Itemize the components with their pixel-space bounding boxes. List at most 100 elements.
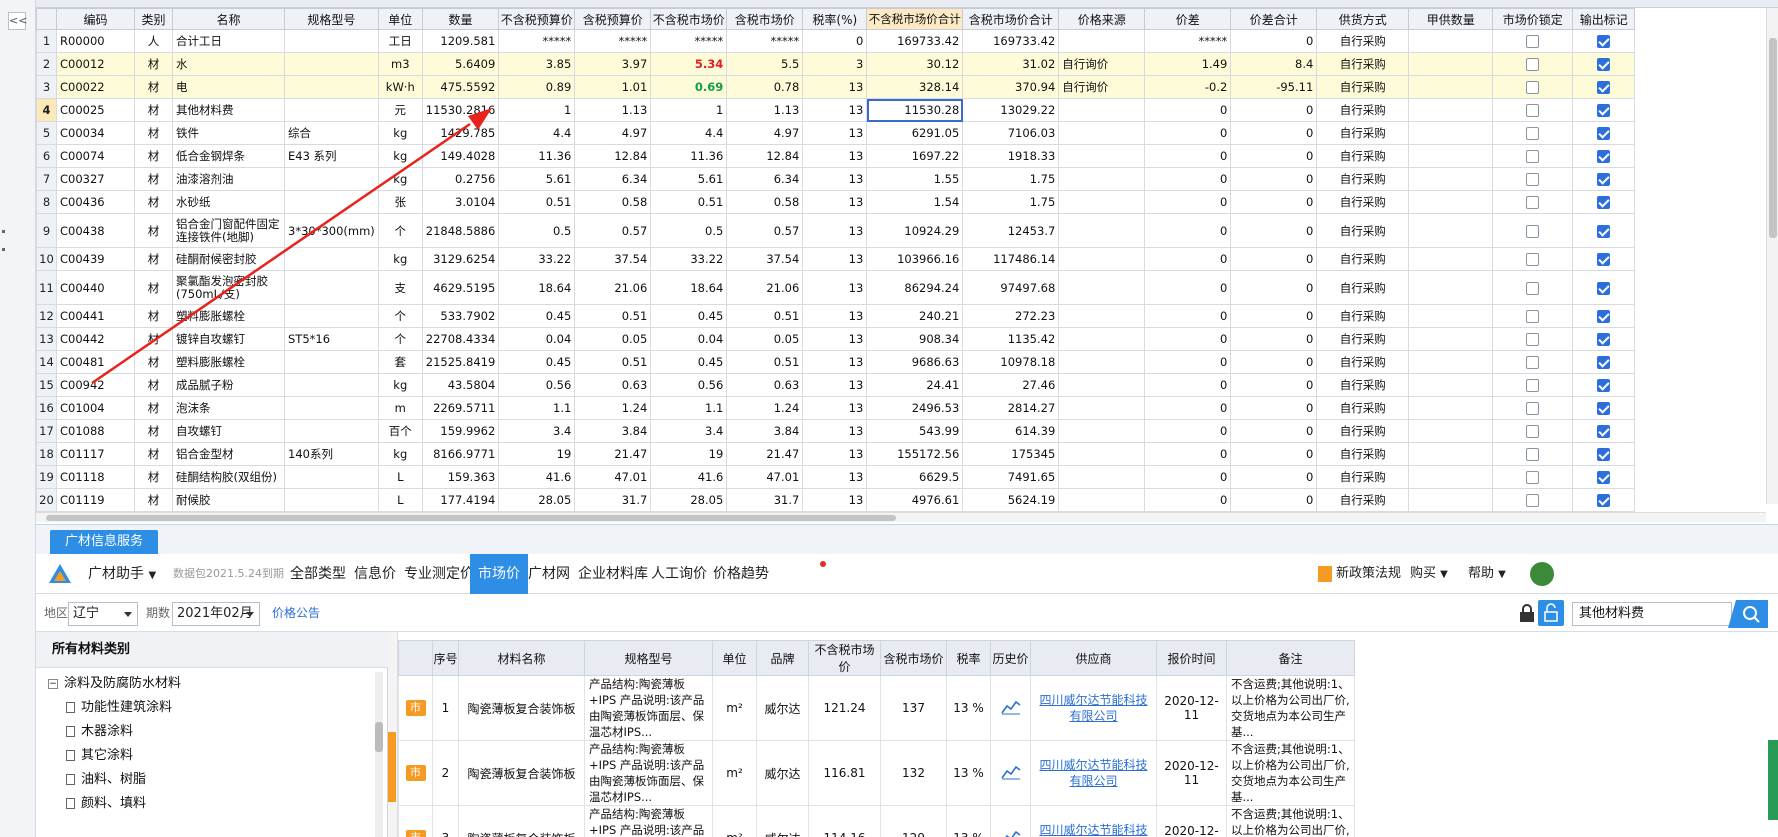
- cell-t1[interactable]: 11530.28: [866, 98, 964, 122]
- cell-src[interactable]: [1058, 350, 1146, 374]
- cell-dsum[interactable]: 0: [1230, 442, 1318, 466]
- market-column-header[interactable]: 税率: [946, 640, 991, 676]
- cell-tax[interactable]: 13: [802, 167, 868, 191]
- market-column-header[interactable]: 规格型号: [584, 640, 713, 676]
- market-cell-p2[interactable]: 132: [880, 740, 947, 806]
- cell-src[interactable]: [1058, 327, 1146, 351]
- cell-supply[interactable]: 自行采购: [1316, 270, 1410, 305]
- lock-checkbox[interactable]: [1526, 425, 1540, 438]
- cell-p3[interactable]: 18.64: [650, 270, 728, 305]
- lock-checkbox[interactable]: [1526, 281, 1540, 295]
- cell-jia[interactable]: [1408, 98, 1494, 122]
- market-cell-note[interactable]: 不含运费;其他说明:1、以上价格为公司出厂价,交货地点为本公司生产基...: [1226, 740, 1355, 806]
- cell-src[interactable]: [1058, 213, 1146, 248]
- cell-p2[interactable]: *****: [574, 29, 652, 53]
- panel-splitter[interactable]: [388, 632, 398, 837]
- row-number[interactable]: 6: [36, 144, 57, 168]
- output-checkbox[interactable]: [1597, 224, 1611, 238]
- row-number[interactable]: 9: [36, 213, 57, 248]
- cell-p1[interactable]: 41.6: [498, 465, 576, 489]
- cell-dsum[interactable]: 0: [1230, 98, 1318, 122]
- cell-spec[interactable]: ST5*16: [284, 327, 379, 351]
- column-header[interactable]: 不含税市场价: [650, 8, 728, 30]
- lock-checkbox[interactable]: [1526, 253, 1540, 266]
- market-cell-p1[interactable]: 116.81: [808, 740, 881, 806]
- cell-supply[interactable]: 自行采购: [1316, 247, 1410, 271]
- cell-code[interactable]: C00440: [56, 270, 135, 305]
- cell-cat[interactable]: 人: [134, 29, 173, 53]
- cell-jia[interactable]: [1408, 488, 1494, 512]
- cell-p1[interactable]: 5.61: [498, 167, 576, 191]
- cell-code[interactable]: C00441: [56, 304, 135, 328]
- market-cell-brand[interactable]: 威尔达: [756, 805, 809, 837]
- lock-checkbox[interactable]: [1526, 310, 1540, 323]
- service-tab[interactable]: 广材信息服务: [50, 530, 158, 554]
- cell-dsum[interactable]: 0: [1230, 29, 1318, 53]
- cell-tax[interactable]: 13: [802, 98, 868, 122]
- cell-src[interactable]: [1058, 144, 1146, 168]
- cell-code[interactable]: C00012: [56, 52, 135, 76]
- cell-unit[interactable]: 张: [377, 190, 423, 214]
- table-row[interactable]: 1 R00000 人合计工日 工日 1209.581 ***** ***** ***** ***…: [36, 29, 1636, 53]
- cell-qty[interactable]: 533.7902: [421, 304, 500, 328]
- cell-supply[interactable]: 自行采购: [1316, 350, 1410, 374]
- market-cell-p1[interactable]: 121.24: [808, 675, 881, 741]
- column-header[interactable]: 规格型号: [284, 8, 379, 30]
- cell-qty[interactable]: 177.4194: [421, 488, 500, 512]
- market-column-header[interactable]: 不含税市场价: [808, 640, 881, 676]
- cell-src[interactable]: [1058, 29, 1146, 53]
- cell-spec[interactable]: [284, 29, 379, 53]
- cell-code[interactable]: C00436: [56, 190, 135, 214]
- row-number[interactable]: 4: [36, 98, 57, 122]
- cell-p4[interactable]: 4.97: [726, 121, 804, 145]
- market-cell-brand[interactable]: 威尔达: [756, 675, 809, 741]
- buy-menu[interactable]: 购买 ▼: [1410, 554, 1448, 594]
- cell-code[interactable]: C00327: [56, 167, 135, 191]
- cell-p2[interactable]: 0.05: [574, 327, 652, 351]
- lock-checkbox[interactable]: [1526, 35, 1540, 48]
- table-row[interactable]: 18 C01117 材铝合金型材 140系列 kg 8166.9771 19 21.47 19 2…: [36, 442, 1636, 466]
- row-number[interactable]: 16: [36, 396, 57, 420]
- trend-chart-icon[interactable]: [1000, 699, 1021, 715]
- cell-diff[interactable]: 0: [1144, 190, 1232, 214]
- cell-p1[interactable]: 4.4: [498, 121, 576, 145]
- cell-t1[interactable]: 103966.16: [866, 247, 964, 271]
- cell-p1[interactable]: 3.85: [498, 52, 576, 76]
- cell-dsum[interactable]: 0: [1230, 121, 1318, 145]
- cell-p4[interactable]: 0.57: [726, 213, 804, 248]
- cell-name[interactable]: 镀锌自攻螺钉: [172, 327, 285, 351]
- cell-dsum[interactable]: 0: [1230, 465, 1318, 489]
- row-number[interactable]: 17: [36, 419, 57, 443]
- cell-p4[interactable]: 3.84: [726, 419, 804, 443]
- cell-p1[interactable]: 0.51: [498, 190, 576, 214]
- cell-jia[interactable]: [1408, 419, 1494, 443]
- cell-t2[interactable]: 370.94: [962, 75, 1060, 99]
- cell-t1[interactable]: 10924.29: [866, 213, 964, 248]
- market-column-header[interactable]: 备注: [1226, 640, 1355, 676]
- cell-cat[interactable]: 材: [134, 396, 173, 420]
- table-row[interactable]: 10 C00439 材硅酮耐候密封胶 kg 3129.6254 33.22 37.54 33.…: [36, 247, 1636, 271]
- cell-code[interactable]: R00000: [56, 29, 135, 53]
- tab-market-price[interactable]: 市场价: [470, 554, 528, 594]
- cell-p2[interactable]: 3.97: [574, 52, 652, 76]
- tab-manual-inquiry[interactable]: 人工询价: [651, 554, 707, 594]
- cell-spec[interactable]: [284, 350, 379, 374]
- scroll-thumb[interactable]: [1769, 38, 1777, 238]
- output-checkbox[interactable]: [1597, 425, 1611, 438]
- cell-jia[interactable]: [1408, 213, 1494, 248]
- cell-t1[interactable]: 6629.5: [866, 465, 964, 489]
- cell-code[interactable]: C00442: [56, 327, 135, 351]
- cell-diff[interactable]: 0: [1144, 373, 1232, 397]
- column-header[interactable]: 不含税市场价合计: [866, 8, 964, 30]
- cell-p2[interactable]: 47.01: [574, 465, 652, 489]
- cell-name[interactable]: 电: [172, 75, 285, 99]
- cell-spec[interactable]: [284, 373, 379, 397]
- cell-unit[interactable]: kW·h: [377, 75, 423, 99]
- market-row[interactable]: 市3陶瓷薄板复合装饰板产品结构:陶瓷薄板+IPS 产品说明:该产品由陶瓷薄板饰面…: [398, 805, 1355, 837]
- table-row[interactable]: 13 C00442 材镀锌自攻螺钉 ST5*16 个 22708.4334 0.04 0.05…: [36, 327, 1636, 351]
- cell-supply[interactable]: 自行采购: [1316, 373, 1410, 397]
- market-cell-spec[interactable]: 产品结构:陶瓷薄板+IPS 产品说明:该产品由陶瓷薄板饰面层、保温芯材IPS..…: [584, 740, 713, 806]
- cell-diff[interactable]: 0: [1144, 327, 1232, 351]
- cell-src[interactable]: 自行询价: [1058, 52, 1146, 76]
- cell-spec[interactable]: [284, 465, 379, 489]
